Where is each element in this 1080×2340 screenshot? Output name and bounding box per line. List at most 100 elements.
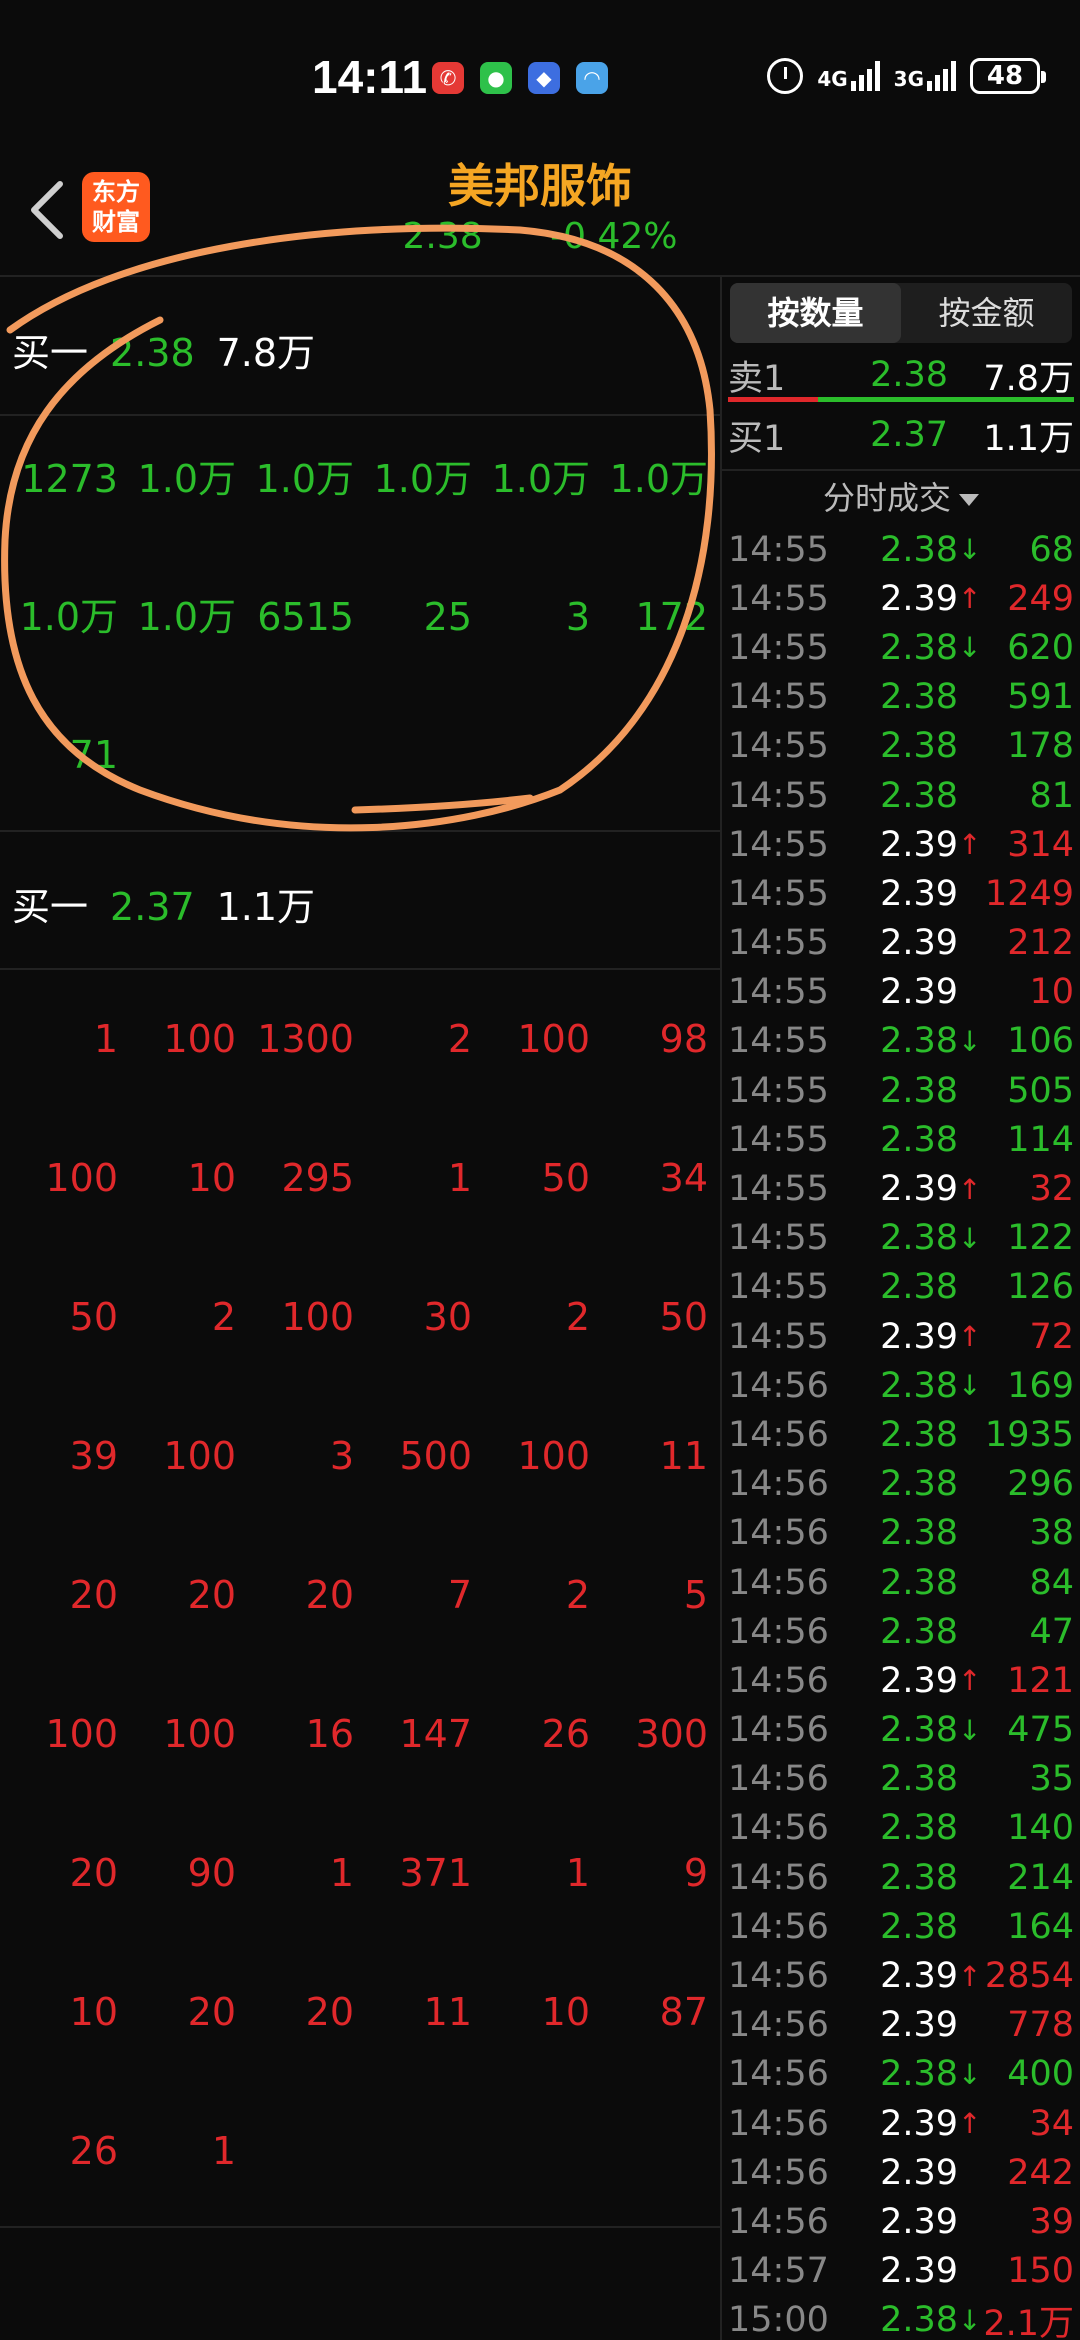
queue-order-volume: 1.0万 [609,457,708,501]
tick-time: 14:55 [728,726,829,767]
queue-order-volume: 1 [93,1017,118,1061]
tick-time: 14:56 [728,2005,829,2046]
tick-price: 2.38 [880,1464,958,1505]
tick-time: 14:55 [728,1169,829,1210]
trade-detail-dropdown[interactable]: 分时成交 [722,473,1080,519]
battery-icon: 48 [970,58,1046,94]
tick-price: 2.38 [880,627,958,668]
queue-order-volume: 34 [659,1156,708,1200]
queue-order-volume: 295 [281,1156,354,1200]
tick-volume: 620 [1007,627,1074,668]
tick-row: 14:55 2.39 1249 [728,869,1074,918]
tick-row: 14:56 2.39 ↑ 34 [728,2099,1074,2148]
queue-order-volume: 1 [447,1156,472,1200]
tick-volume: 150 [1007,2251,1074,2292]
down-arrow-icon: ↓ [958,1221,982,1255]
stock-price: 2.38 [402,216,483,257]
stock-quote: 2.38 -0.42% [0,216,1080,257]
tick-row: 14:56 2.38 47 [728,1607,1074,1656]
tick-price: 2.39 [880,1169,958,1210]
level-price: 2.38 [110,331,195,375]
tick-row: 14:55 2.38 ↓ 106 [728,1017,1074,1066]
queue-order-volume: 90 [187,1851,236,1895]
tick-price: 2.38 [880,677,958,718]
down-arrow-icon: ↓ [958,631,982,665]
queue-order-volume: 26 [541,1712,590,1756]
tick-price: 2.38 [880,1710,958,1751]
queue-order-volume: 9 [683,1851,708,1895]
tick-price: 2.38 [880,726,958,767]
tick-price: 2.39 [880,578,958,619]
tick-price: 2.39 [880,1956,958,1997]
queue-order-volume: 5 [683,1573,708,1617]
queue-order-volume: 30 [423,1295,472,1339]
tick-time: 14:56 [728,1759,829,1800]
down-arrow-icon: ↓ [958,2057,982,2091]
tick-volume: 10 [1029,972,1074,1013]
tick-volume: 35 [1029,1759,1074,1800]
buy-level-2[interactable]: 买一 2.37 1.1万 [12,876,315,931]
tick-time: 14:55 [728,627,829,668]
tick-volume: 178 [1007,726,1074,767]
queue-order-volume: 6515 [257,595,354,639]
tick-row: 14:55 2.39 ↑ 72 [728,1312,1074,1361]
queue-order-volume: 2 [447,1017,472,1061]
tick-row: 14:55 2.39 ↑ 32 [728,1164,1074,1213]
tick-price: 2.38 [880,1070,958,1111]
tick-row: 14:56 2.38 296 [728,1460,1074,1509]
tick-volume: 68 [1029,529,1074,570]
queue-order-volume: 50 [659,1295,708,1339]
tick-volume: 214 [1007,1857,1074,1898]
tick-list[interactable]: 14:55 2.38 ↓ 68 14:55 2.39 ↑ 249 14:55 2.38 ↓ 620 14… [728,525,1074,2340]
tick-time: 14:55 [728,529,829,570]
right-panel: 按数量 按金额 卖1 2.38 7.8万 买1 2.37 1.1万 分时成交 1… [722,275,1080,2340]
queue-order-volume: 25 [423,595,472,639]
tick-time: 14:56 [728,1464,829,1505]
tick-time: 14:56 [728,1710,829,1751]
tick-volume: 475 [1007,1710,1074,1751]
tab-by-amount[interactable]: 按金额 [901,283,1072,343]
tick-price: 2.38 [880,1808,958,1849]
queue-order-volume: 3 [565,595,590,639]
queue-order-volume: 10 [541,1990,590,2034]
tick-volume: 169 [1007,1365,1074,1406]
order-queue-1: 1273 1.0万 1.0万 1.0万 1.0万 1.0万 1.0万 1.0万 6515 25 3 1… [0,416,718,830]
tick-volume: 140 [1007,1808,1074,1849]
tick-row: 14:55 2.39 ↑ 249 [728,574,1074,623]
tick-row: 14:55 2.38 ↓ 68 [728,525,1074,574]
tick-row: 14:55 2.38 ↓ 122 [728,1214,1074,1263]
up-arrow-icon: ↑ [958,1172,982,1206]
tick-volume: 778 [1007,2005,1074,2046]
tick-price: 2.38 [880,1119,958,1160]
tick-price: 2.39 [880,2005,958,2046]
tick-price: 2.38 [880,1021,958,1062]
wechat-icon: ● [480,62,512,94]
queue-order-volume: 1300 [257,1017,354,1061]
tick-row: 14:55 2.38 178 [728,722,1074,771]
app-notification-icon: ◆ [528,62,560,94]
tick-row: 14:55 2.39 212 [728,919,1074,968]
queue-order-volume: 10 [187,1156,236,1200]
row-divider [722,469,1080,471]
tick-time: 14:56 [728,2103,829,2144]
buy-level-1[interactable]: 买一 2.38 7.8万 [12,322,315,377]
queue-order-volume: 20 [187,1990,236,2034]
tick-volume: 314 [1007,824,1074,865]
tick-row: 14:55 2.38 591 [728,673,1074,722]
stock-name[interactable]: 美邦服饰 [0,150,1080,216]
tick-price: 2.38 [880,1365,958,1406]
row-divider [0,830,720,832]
tick-time: 14:55 [728,923,829,964]
tick-time: 14:56 [728,1562,829,1603]
queue-order-volume: 172 [635,595,708,639]
tick-time: 14:56 [728,1808,829,1849]
tick-volume: 126 [1007,1267,1074,1308]
tick-price: 2.39 [880,1660,958,1701]
tick-price: 2.39 [880,2201,958,2242]
tick-price: 2.38 [880,2300,958,2340]
tab-by-volume[interactable]: 按数量 [730,283,901,343]
tick-volume: 81 [1029,775,1074,816]
tick-volume: 72 [1029,1316,1074,1357]
tick-time: 14:55 [728,1267,829,1308]
tick-volume: 242 [1007,2152,1074,2193]
